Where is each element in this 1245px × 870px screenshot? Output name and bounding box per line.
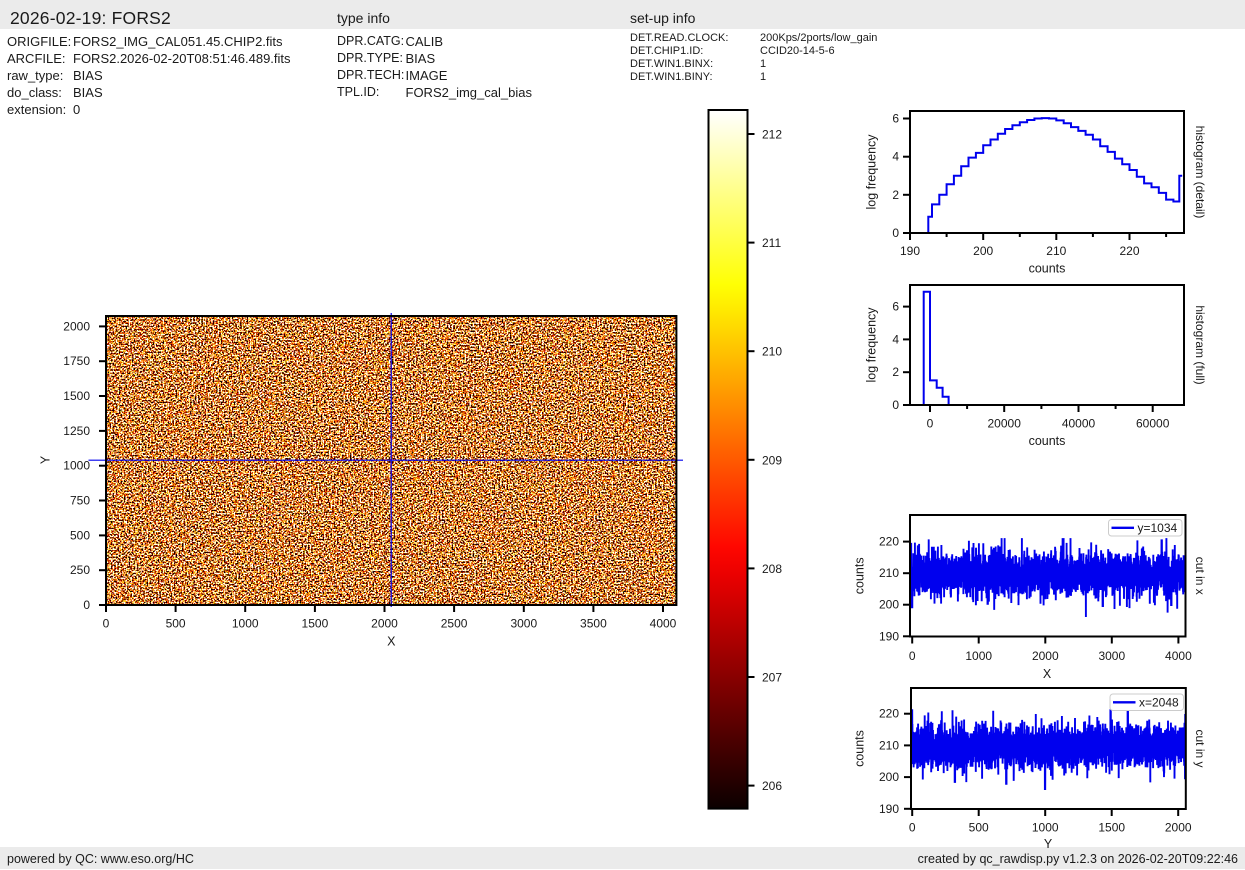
svg-text:histogram (detail): histogram (detail) — [1193, 126, 1207, 219]
svg-text:y=1034: y=1034 — [1138, 521, 1178, 535]
svg-text:750: 750 — [70, 494, 90, 508]
svg-text:cut in x: cut in x — [1193, 557, 1207, 595]
svg-text:0: 0 — [83, 598, 90, 612]
svg-text:3000: 3000 — [510, 617, 537, 631]
svg-text:500: 500 — [70, 528, 90, 542]
svg-text:206: 206 — [762, 779, 782, 793]
svg-text:2000: 2000 — [63, 319, 90, 333]
svg-text:counts: counts — [1029, 434, 1066, 448]
svg-text:210: 210 — [1046, 244, 1066, 258]
svg-text:0: 0 — [892, 226, 899, 240]
svg-text:20000: 20000 — [988, 417, 1022, 431]
svg-text:4000: 4000 — [1165, 649, 1192, 663]
svg-text:1250: 1250 — [63, 424, 90, 438]
svg-text:3500: 3500 — [580, 617, 607, 631]
svg-text:0: 0 — [909, 821, 916, 835]
svg-text:2000: 2000 — [1032, 649, 1059, 663]
svg-text:210: 210 — [879, 738, 899, 752]
svg-text:1500: 1500 — [63, 389, 90, 403]
svg-text:2500: 2500 — [441, 617, 468, 631]
svg-text:x=2048: x=2048 — [1139, 696, 1179, 710]
svg-text:log frequency: log frequency — [865, 307, 879, 383]
svg-text:4: 4 — [892, 332, 899, 346]
svg-text:cut in y: cut in y — [1193, 729, 1207, 767]
svg-text:X: X — [387, 635, 396, 649]
svg-text:2000: 2000 — [1165, 821, 1192, 835]
svg-text:250: 250 — [70, 563, 90, 577]
svg-text:2000: 2000 — [371, 617, 398, 631]
svg-text:190: 190 — [879, 802, 899, 816]
svg-text:500: 500 — [166, 617, 186, 631]
svg-text:Y: Y — [39, 455, 53, 464]
svg-text:1000: 1000 — [1032, 821, 1059, 835]
svg-text:0: 0 — [909, 649, 916, 663]
svg-text:1000: 1000 — [232, 617, 259, 631]
svg-text:counts: counts — [1029, 262, 1066, 276]
svg-text:Y: Y — [1044, 837, 1053, 851]
svg-text:1500: 1500 — [302, 617, 329, 631]
svg-text:1500: 1500 — [1098, 821, 1125, 835]
svg-text:4000: 4000 — [650, 617, 677, 631]
svg-text:0: 0 — [892, 398, 899, 412]
svg-text:200: 200 — [973, 244, 993, 258]
svg-text:counts: counts — [853, 730, 867, 767]
svg-text:207: 207 — [762, 671, 782, 685]
svg-text:X: X — [1043, 667, 1052, 681]
svg-text:190: 190 — [900, 244, 920, 258]
svg-text:500: 500 — [969, 821, 989, 835]
svg-text:6: 6 — [892, 112, 899, 126]
svg-text:40000: 40000 — [1062, 417, 1096, 431]
svg-text:counts: counts — [853, 557, 867, 594]
svg-text:220: 220 — [1119, 244, 1139, 258]
svg-text:200: 200 — [879, 598, 899, 612]
svg-text:211: 211 — [762, 236, 781, 250]
svg-text:210: 210 — [762, 345, 782, 359]
svg-text:1750: 1750 — [63, 354, 90, 368]
svg-text:0: 0 — [927, 417, 934, 431]
svg-text:4: 4 — [892, 150, 899, 164]
svg-text:60000: 60000 — [1136, 417, 1170, 431]
svg-text:1000: 1000 — [965, 649, 992, 663]
svg-text:2: 2 — [892, 365, 899, 379]
svg-text:220: 220 — [879, 707, 899, 721]
svg-text:1000: 1000 — [63, 459, 90, 473]
svg-text:histogram (full): histogram (full) — [1193, 305, 1207, 384]
svg-text:0: 0 — [103, 617, 110, 631]
svg-text:210: 210 — [879, 566, 899, 580]
svg-text:2: 2 — [892, 188, 899, 202]
svg-text:220: 220 — [879, 535, 899, 549]
svg-text:200: 200 — [879, 770, 899, 784]
svg-text:3000: 3000 — [1098, 649, 1125, 663]
svg-text:208: 208 — [762, 562, 782, 576]
svg-text:212: 212 — [762, 128, 782, 142]
svg-text:log frequency: log frequency — [865, 134, 879, 210]
svg-text:209: 209 — [762, 453, 782, 467]
svg-text:190: 190 — [879, 629, 899, 643]
svg-text:6: 6 — [892, 300, 899, 314]
